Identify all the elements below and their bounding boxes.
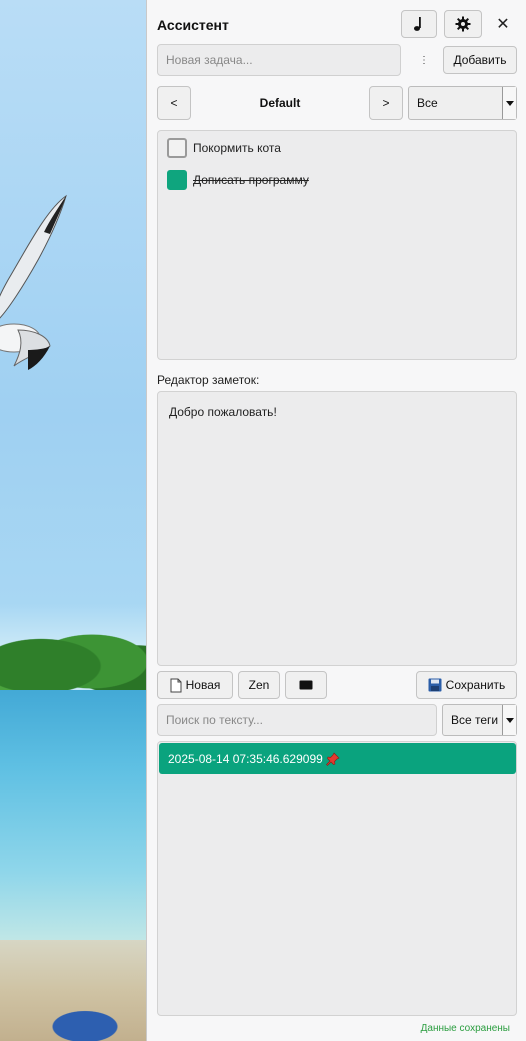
notes-editor-text[interactable]: Добро пожаловать! [169, 405, 277, 419]
new-note-button[interactable]: Новая [157, 671, 233, 699]
prev-context-button[interactable]: < [157, 86, 191, 120]
gear-icon [455, 16, 471, 32]
task-item[interactable]: Покормить кота [167, 138, 281, 158]
note-list-item[interactable]: 2025-08-14 07:35:46.629099 [159, 743, 516, 774]
new-task-input[interactable]: Новая задача... [157, 44, 401, 76]
add-task-button[interactable]: Добавить [443, 46, 517, 74]
task-checkbox[interactable] [167, 170, 187, 190]
notes-editor[interactable]: Добро пожаловать! [157, 391, 517, 666]
pin-icon [325, 751, 340, 766]
save-icon [428, 678, 442, 692]
task-text: Покормить кота [193, 141, 281, 155]
seagull-image [0, 194, 67, 370]
status-message: Данные сохранены [420, 1023, 510, 1034]
add-task-label: Добавить [453, 53, 507, 67]
fullscreen-button[interactable] [285, 671, 327, 699]
wallpaper-sea [0, 690, 146, 950]
tag-filter-select[interactable]: Все теги [442, 704, 517, 736]
chevron-down-icon[interactable] [502, 705, 516, 735]
desktop-wallpaper [0, 0, 146, 1041]
music-note-icon [414, 17, 421, 31]
notes-editor-label: Редактор заметок: [157, 373, 260, 387]
notes-list: 2025-08-14 07:35:46.629099 [157, 741, 517, 1016]
close-icon: ✕ [496, 16, 510, 33]
prev-context-label: < [170, 96, 178, 110]
note-search-input[interactable]: Поиск по тексту... [157, 704, 437, 736]
note-search-placeholder: Поиск по тексту... [166, 713, 263, 727]
task-filter-value: Все [417, 96, 438, 110]
wallpaper-rock [40, 1005, 130, 1041]
task-checkbox[interactable] [167, 138, 187, 158]
task-text: Дописать программу [193, 173, 309, 187]
assistant-panel: Ассистент ✕ Новая задача... ⋮ Добавить <… [146, 0, 526, 1041]
tag-filter-value: Все теги [451, 713, 499, 727]
save-note-label: Сохранить [445, 678, 506, 692]
screen-icon [299, 680, 313, 690]
settings-button[interactable] [444, 10, 482, 38]
note-title: 2025-08-14 07:35:46.629099 [168, 751, 323, 766]
next-context-button[interactable]: > [369, 86, 403, 120]
zen-label: Zen [248, 678, 270, 692]
close-button[interactable]: ✕ [493, 14, 513, 34]
task-list: Покормить кота Дописать программу [157, 130, 517, 360]
save-note-button[interactable]: Сохранить [416, 671, 517, 699]
context-name: Default [259, 96, 301, 110]
new-task-placeholder: Новая задача... [166, 53, 253, 67]
document-icon [170, 678, 182, 692]
task-menu-button[interactable]: ⋮ [419, 55, 429, 66]
wallpaper-trees [0, 612, 146, 702]
next-context-label: > [382, 96, 390, 110]
new-note-label: Новая [185, 678, 221, 692]
zen-button[interactable]: Zen [238, 671, 280, 699]
task-filter-select[interactable]: Все [408, 86, 517, 120]
music-button[interactable] [401, 10, 437, 38]
panel-title: Ассистент [157, 17, 229, 33]
chevron-down-icon[interactable] [502, 87, 516, 119]
task-item[interactable]: Дописать программу [167, 170, 309, 190]
